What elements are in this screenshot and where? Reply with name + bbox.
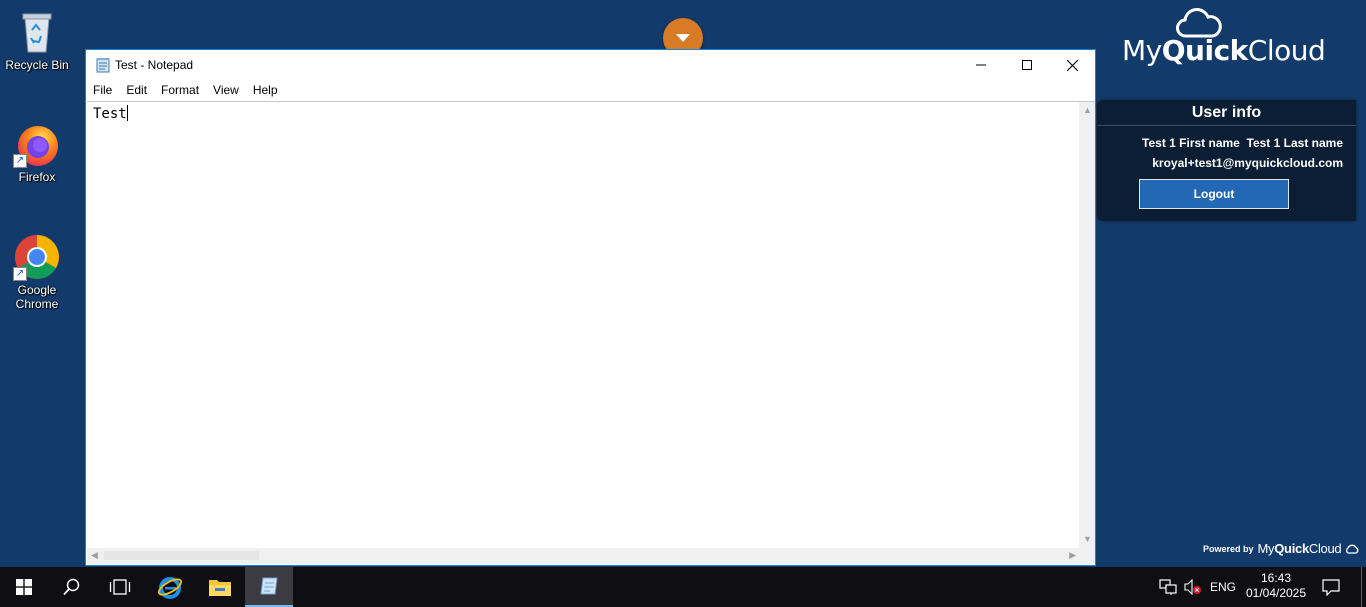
resize-grip[interactable] [1079, 548, 1095, 564]
shortcut-arrow-icon: ↗ [13, 154, 27, 168]
minimize-icon [976, 64, 986, 66]
scroll-left-icon[interactable]: ◀ [91, 551, 98, 560]
text-editor[interactable]: Test [87, 101, 1080, 548]
network-tray-button[interactable] [1159, 567, 1177, 607]
firefox-icon: ↗ [13, 120, 61, 168]
maximize-icon [1022, 60, 1032, 70]
menu-bar: File Edit Format View Help [86, 80, 1095, 100]
desktop-icon-label: Firefox [18, 170, 56, 184]
vertical-scrollbar[interactable]: ▲ ▼ [1079, 101, 1095, 548]
caret-down-icon [676, 34, 690, 42]
search-icon [63, 578, 80, 596]
internet-explorer-taskbar-button[interactable] [146, 567, 194, 607]
desktop-icon-recycle-bin[interactable]: Recycle Bin [2, 8, 72, 72]
powered-by: Powered by MyQuickCloud [1203, 541, 1359, 556]
internet-explorer-icon [157, 577, 183, 599]
chrome-icon: ↗ [13, 233, 61, 281]
notification-icon [1322, 579, 1340, 596]
desktop-icon-label-line2: Chrome [15, 297, 59, 311]
shortcut-arrow-icon: ↗ [13, 267, 27, 281]
clock[interactable]: 16:43 01/04/2025 [1240, 571, 1312, 601]
minimize-button[interactable] [958, 50, 1004, 80]
notepad-taskbar-button[interactable] [245, 567, 293, 607]
editor-content: Test [93, 106, 127, 122]
clock-date: 01/04/2025 [1245, 586, 1307, 600]
start-button[interactable] [0, 567, 48, 607]
menu-view[interactable]: View [213, 83, 239, 97]
clock-time: 16:43 [1260, 571, 1292, 585]
desktop-icon-chrome[interactable]: ↗ Google Chrome [2, 233, 72, 311]
title-bar[interactable]: Test - Notepad [86, 50, 1095, 80]
volume-muted-icon [1184, 579, 1201, 595]
user-info-panel: User info Test 1 First name Test 1 Last … [1097, 100, 1356, 221]
logout-button[interactable]: Logout [1139, 179, 1289, 209]
scroll-right-icon[interactable]: ▶ [1069, 551, 1076, 560]
task-view-button[interactable] [96, 567, 144, 607]
recycle-bin-icon [13, 8, 61, 56]
menu-file[interactable]: File [93, 83, 112, 97]
scroll-up-icon[interactable]: ▲ [1083, 106, 1092, 115]
close-button[interactable] [1049, 50, 1095, 80]
notepad-icon [96, 58, 110, 73]
file-explorer-taskbar-button[interactable] [196, 567, 244, 607]
show-desktop-button[interactable] [1361, 567, 1362, 607]
windows-icon [16, 579, 32, 595]
maximize-button[interactable] [1004, 50, 1050, 80]
menu-help[interactable]: Help [253, 83, 278, 97]
desktop-icon-label-line1: Google [17, 283, 57, 297]
menu-edit[interactable]: Edit [126, 83, 147, 97]
brand-logo: MyQuickCloud [1122, 8, 1326, 68]
desktop-icon-firefox[interactable]: ↗ Firefox [2, 120, 72, 184]
user-name: Test 1 First name Test 1 Last name [1142, 136, 1343, 150]
text-caret [126, 105, 128, 121]
notepad-icon [260, 577, 278, 595]
search-button[interactable] [48, 567, 96, 607]
volume-tray-button[interactable] [1184, 567, 1202, 607]
menu-format[interactable]: Format [161, 83, 199, 97]
language-indicator[interactable]: ENG [1210, 567, 1236, 607]
network-icon [1159, 579, 1177, 595]
close-icon [1066, 59, 1078, 71]
task-view-icon [109, 579, 131, 595]
user-email: kroyal+test1@myquickcloud.com [1152, 156, 1343, 170]
horizontal-scrollbar[interactable]: ◀ ▶ [87, 548, 1080, 564]
window-title: Test - Notepad [115, 58, 194, 72]
scroll-down-icon[interactable]: ▼ [1083, 535, 1092, 544]
taskbar: ENG 16:43 01/04/2025 [0, 567, 1366, 607]
action-center-button[interactable] [1322, 567, 1340, 607]
notepad-window: Test - Notepad File Edit Format View Hel… [85, 49, 1096, 566]
desktop-icon-label: Recycle Bin [5, 58, 69, 72]
user-info-title: User info [1097, 100, 1356, 126]
folder-icon [209, 580, 231, 596]
cloud-icon [1346, 544, 1359, 554]
horizontal-scroll-thumb[interactable] [104, 551, 259, 560]
